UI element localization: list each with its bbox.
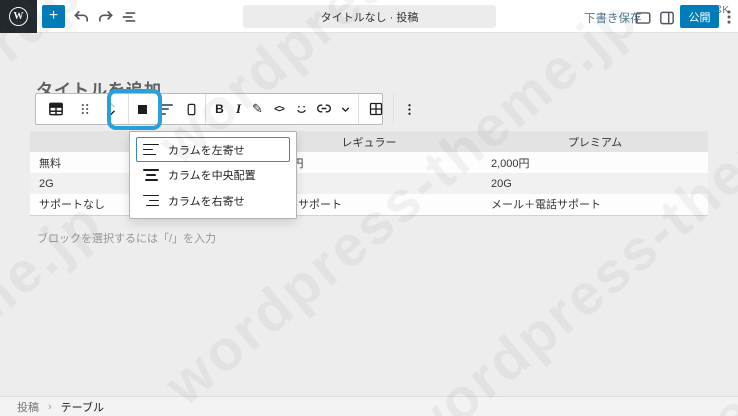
redo-icon[interactable]	[97, 8, 115, 26]
smiley-icon[interactable]	[290, 94, 312, 124]
publish-button[interactable]: 公開	[680, 5, 719, 28]
top-bar: W + タイトルなし · 投稿 ⌘K 下書き保存 公開	[0, 0, 738, 33]
column-alignment-dropdown: カラムを左寄せ カラムを中央配置 カラムを右寄せ	[129, 131, 297, 219]
breadcrumb-current: テーブル	[60, 401, 105, 414]
wordpress-logo-icon: W	[9, 7, 28, 26]
save-draft-button[interactable]: 下書き保存	[584, 10, 642, 26]
document-title: タイトルなし · 投稿	[320, 11, 419, 24]
align-right-icon	[143, 193, 159, 208]
options-menu-icon[interactable]	[720, 8, 738, 26]
gutenberg-editor: W + タイトルなし · 投稿 ⌘K 下書き保存 公開 タイトルを追加 B I …	[0, 0, 738, 416]
block-tools-group	[36, 94, 129, 124]
menu-item-label: カラムを右寄せ	[168, 195, 245, 208]
breadcrumb-separator-icon: ›	[48, 400, 52, 413]
column-alignment-icon[interactable]	[152, 94, 180, 124]
block-toolbar: B I ✎ <>	[35, 93, 411, 125]
chevron-down-icon[interactable]	[336, 94, 355, 124]
menu-item-align-center[interactable]: カラムを中央配置	[136, 163, 290, 188]
settings-sidebar-icon[interactable]	[658, 9, 676, 27]
document-title-pill[interactable]: タイトルなし · 投稿	[243, 5, 496, 28]
menu-item-align-right[interactable]: カラムを右寄せ	[136, 188, 290, 213]
block-inserter-button[interactable]: +	[42, 5, 65, 28]
highlight-pen-icon[interactable]: ✎	[247, 94, 268, 124]
bold-button[interactable]: B	[209, 94, 230, 124]
undo-icon[interactable]	[72, 8, 90, 26]
vertical-align-icon[interactable]	[180, 94, 202, 124]
alignment-tools-group	[129, 94, 206, 124]
link-icon[interactable]	[312, 94, 336, 124]
block-align-icon[interactable]	[132, 94, 152, 124]
italic-button[interactable]: I	[230, 94, 247, 124]
wordpress-menu-button[interactable]: W	[0, 0, 37, 33]
breadcrumb-root[interactable]: 投稿	[17, 399, 39, 415]
menu-item-label: カラムを左寄せ	[168, 144, 245, 157]
table-cell[interactable]: メール＋電話サポート	[482, 194, 708, 215]
align-center-icon	[143, 168, 159, 183]
breadcrumb: 投稿 › テーブル	[0, 396, 738, 416]
block-options-group	[394, 94, 424, 124]
align-left-icon	[143, 142, 159, 157]
edit-table-icon[interactable]	[362, 94, 390, 124]
move-up-icon[interactable]	[104, 100, 118, 109]
move-down-icon[interactable]	[104, 109, 118, 118]
menu-item-label: カラムを中央配置	[168, 170, 256, 182]
block-options-icon[interactable]	[397, 94, 421, 124]
table-block-icon[interactable]	[39, 94, 73, 124]
paragraph-placeholder[interactable]: ブロックを選択するには「/」を入力	[37, 230, 216, 246]
menu-item-align-left[interactable]: カラムを左寄せ	[136, 137, 290, 162]
preview-icon[interactable]	[634, 9, 652, 27]
table-cell[interactable]: 2,000円	[482, 152, 708, 173]
drag-handle-icon[interactable]	[73, 94, 97, 124]
table-header-cell[interactable]: プレミアム	[482, 131, 708, 152]
list-view-icon[interactable]	[120, 8, 138, 26]
block-movers[interactable]	[97, 94, 125, 124]
edit-table-group	[359, 94, 394, 124]
table-cell[interactable]: 20G	[482, 173, 708, 194]
inline-code-button[interactable]: <>	[268, 94, 290, 124]
richtext-tools-group: B I ✎ <>	[206, 94, 359, 124]
